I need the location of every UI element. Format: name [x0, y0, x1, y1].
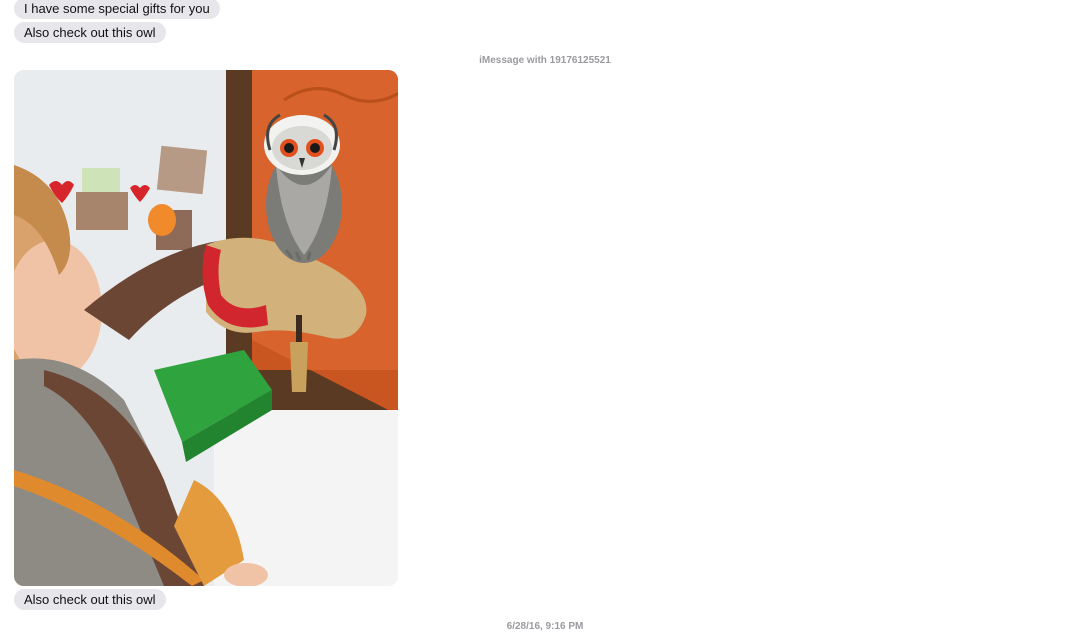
message-bubble[interactable]: Also check out this owl	[14, 589, 166, 610]
message-bubble[interactable]: I have some special gifts for you	[14, 0, 220, 19]
owl-photo-image	[14, 70, 398, 586]
message-bubble[interactable]: Also check out this owl	[14, 22, 166, 43]
message-photo-attachment[interactable]	[14, 70, 398, 586]
message-timestamp: 6/28/16, 9:16 PM	[506, 621, 584, 632]
message-transcript: I have some special gifts for you Also c…	[0, 0, 1083, 636]
conversation-label: iMessage with 19176125521	[479, 55, 611, 66]
